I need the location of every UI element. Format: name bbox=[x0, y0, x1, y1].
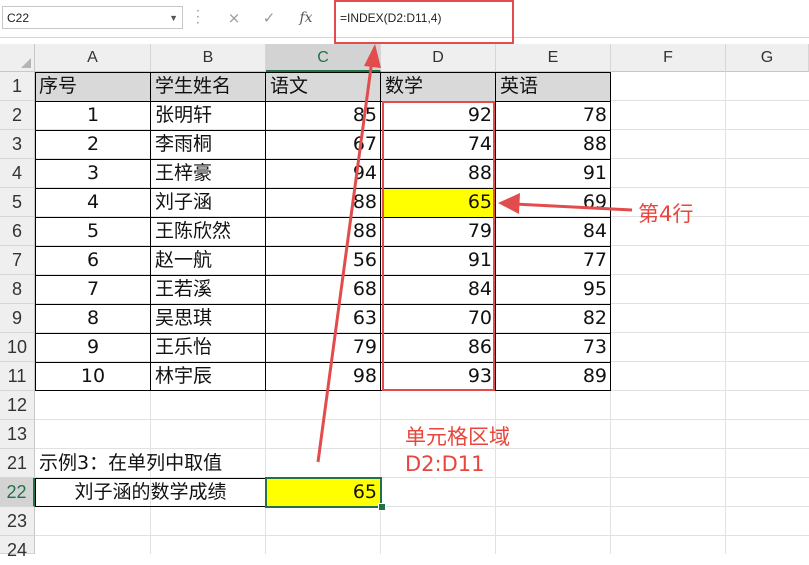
formula-arrow-head bbox=[364, 44, 381, 68]
annotation-arrows bbox=[316, 44, 633, 463]
row-arrow-line bbox=[513, 202, 633, 212]
row-arrow-head bbox=[498, 193, 520, 214]
formula-arrow-line bbox=[316, 59, 374, 463]
